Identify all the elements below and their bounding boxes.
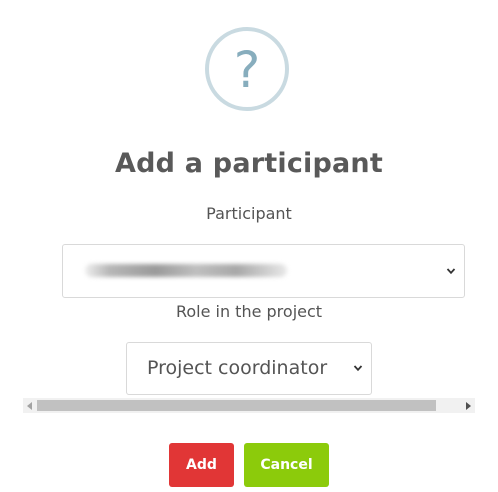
question-mark-glyph: ?: [233, 41, 261, 99]
role-select[interactable]: Project coordinator: [126, 342, 372, 395]
question-mark-icon: ?: [205, 27, 289, 111]
scrollbar-thumb[interactable]: [37, 400, 436, 411]
add-participant-dialog: ? Add a participant Participant Role in …: [0, 0, 498, 492]
chevron-down-icon: [446, 268, 456, 275]
role-label: Role in the project: [175, 302, 323, 321]
participant-selected-value-redacted: [85, 264, 287, 277]
participant-label: Participant: [206, 204, 292, 223]
role-selected-value: Project coordinator: [147, 357, 328, 379]
chevron-down-icon: [353, 365, 363, 372]
participant-select[interactable]: [62, 244, 465, 298]
scroll-right-arrow-icon[interactable]: [461, 398, 475, 413]
horizontal-scrollbar[interactable]: [23, 398, 475, 413]
dialog-title: Add a participant: [115, 148, 383, 179]
scroll-left-arrow-icon[interactable]: [23, 398, 37, 413]
add-button[interactable]: Add: [169, 443, 234, 487]
cancel-button[interactable]: Cancel: [244, 443, 329, 487]
